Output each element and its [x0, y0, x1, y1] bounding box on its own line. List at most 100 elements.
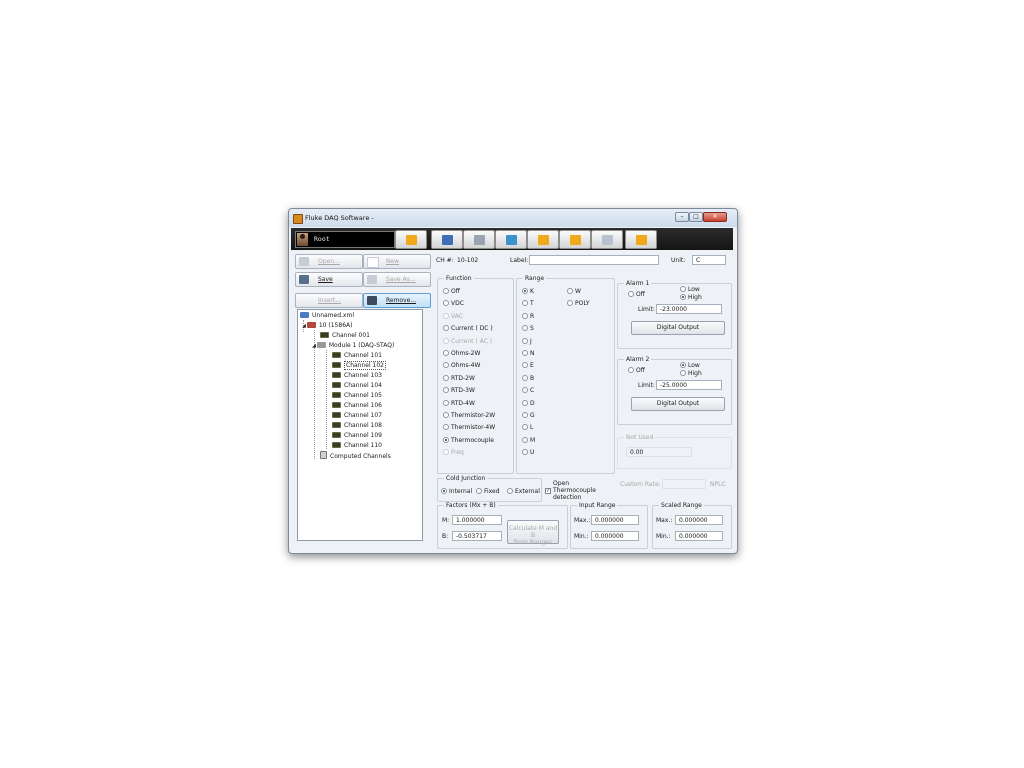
tree-channel-item[interactable]: Channel 104 [332, 381, 382, 391]
range-option[interactable]: E [522, 361, 534, 370]
save-button[interactable]: Save [295, 272, 363, 287]
alarm1-limit-input[interactable]: -23.0000 [656, 304, 722, 314]
network-button[interactable] [495, 230, 527, 249]
save-as-label: Save As... [386, 276, 416, 283]
tree-channel-item[interactable]: Channel 106 [332, 401, 382, 411]
tree-root-label: Unnamed.xml [312, 312, 354, 319]
alarm2-limit-input[interactable]: -25.0000 [656, 380, 722, 390]
tree-channel-item[interactable]: Channel 107 [332, 411, 382, 421]
calculate-button[interactable]: Calculate M and B from Ranges [507, 520, 559, 546]
scaled-max-input[interactable]: 0.000000 [675, 515, 723, 525]
title-bar: Fluke DAQ Software - – □ ✕ [289, 209, 737, 227]
new-button[interactable]: New [363, 254, 431, 269]
tree-channel-item[interactable]: Channel 110 [332, 441, 382, 451]
label-label: Label: [510, 257, 529, 264]
range-option[interactable]: S [522, 324, 534, 333]
channel-tree[interactable]: Unnamed.xml ◢ 10 (1586A) Channel 001 ◢ Mod… [297, 309, 423, 541]
maximize-button[interactable]: □ [689, 212, 703, 222]
cold-junction-option[interactable]: External [507, 487, 540, 496]
checkbox-checked-icon[interactable]: ✓ [545, 488, 551, 494]
expand-arrow-icon[interactable]: ◢ [312, 343, 316, 349]
function-option[interactable]: Ohms-4W [443, 361, 480, 370]
scaled-min-input[interactable]: 0.000000 [675, 531, 723, 541]
remove-button[interactable]: Remove... [363, 293, 431, 308]
tree-channel-item[interactable]: Channel 103 [332, 371, 382, 381]
range-option[interactable]: J [522, 337, 532, 346]
user-button[interactable] [431, 230, 463, 249]
tree-channel-item[interactable]: Channel 101 [332, 351, 382, 361]
range-option[interactable]: K [522, 287, 534, 296]
function-option[interactable]: RTD-4W [443, 399, 475, 408]
range-group: Range K T R S J N E B C D G L M U W POLY [516, 275, 615, 474]
range-option[interactable]: W [567, 287, 581, 296]
range-option[interactable]: M [522, 436, 535, 445]
config-button[interactable] [559, 230, 591, 249]
range-option[interactable]: T [522, 299, 534, 308]
tree-channel-label: Channel 101 [344, 352, 382, 359]
alarm1-off-radio[interactable]: Off [628, 290, 645, 299]
list-button[interactable] [463, 230, 495, 249]
tree-channel-item[interactable]: Channel 105 [332, 391, 382, 401]
new-file-icon [367, 257, 379, 268]
alarm2-high-radio[interactable]: High [680, 369, 702, 378]
email-button[interactable] [591, 230, 623, 249]
input-range-group: Input Range Max.: 0.000000 Min.: 0.00000… [570, 502, 648, 549]
open-button[interactable]: Open... [295, 254, 363, 269]
range-option[interactable]: G [522, 411, 535, 420]
range-option[interactable]: POLY [567, 299, 590, 308]
tree-computed-channels[interactable]: Computed Channels [320, 451, 391, 461]
b-input[interactable]: -0.503717 [452, 531, 502, 541]
tree-channel-item[interactable]: Channel 108 [332, 421, 382, 431]
alarm1-digital-output-button[interactable]: Digital Output [631, 321, 725, 335]
function-option[interactable]: Off [443, 287, 460, 296]
range-option[interactable]: N [522, 349, 535, 358]
function-option[interactable]: Thermistor-4W [443, 423, 495, 432]
label-input[interactable] [529, 255, 659, 265]
save-as-button[interactable]: Save As... [363, 272, 431, 287]
channel-icon [332, 372, 341, 378]
remove-icon [367, 296, 377, 305]
lock-button[interactable] [395, 230, 427, 249]
toolbar: Root [291, 228, 733, 250]
function-option[interactable]: Thermocouple [443, 436, 494, 445]
range-option[interactable]: B [522, 374, 534, 383]
function-option[interactable]: RTD-2W [443, 374, 475, 383]
chart-button[interactable] [527, 230, 559, 249]
alarm2-off-radio[interactable]: Off [628, 366, 645, 375]
unit-input[interactable]: C [692, 255, 726, 265]
m-input[interactable]: 1.000000 [452, 515, 502, 525]
range-option[interactable]: C [522, 386, 534, 395]
function-option[interactable]: VDC [443, 299, 464, 308]
function-option[interactable]: Current ( DC ) [443, 324, 493, 333]
input-max-input[interactable]: 0.000000 [591, 515, 639, 525]
function-option[interactable]: Current ( AC ) [443, 337, 492, 346]
tree-channel-001[interactable]: Channel 001 [320, 331, 370, 341]
cold-junction-option[interactable]: Fixed [476, 487, 500, 496]
cold-junction-option[interactable]: Internal [441, 487, 472, 496]
tree-channel-item[interactable]: Channel 109 [332, 431, 382, 441]
tree-device[interactable]: ◢ 10 (1586A) [302, 321, 352, 331]
open-tc-checkbox[interactable]: Open Thermocouple detection ✓ [545, 480, 596, 501]
tree-channel-item[interactable]: Channel 102 [332, 361, 386, 371]
function-option[interactable]: Freq [443, 448, 464, 457]
function-option[interactable]: RTD-3W [443, 386, 475, 395]
tree-channel-label: Channel 102 [344, 361, 386, 370]
tree-module[interactable]: ◢ Module 1 (DAQ-STAQ) [312, 341, 394, 351]
function-option[interactable]: Thermistor-2W [443, 411, 495, 420]
close-app-button[interactable] [625, 230, 657, 249]
input-min-input[interactable]: 0.000000 [591, 531, 639, 541]
range-option[interactable]: R [522, 312, 534, 321]
range-option[interactable]: U [522, 448, 534, 457]
function-option[interactable]: Ohms-2W [443, 349, 480, 358]
tree-channel-label: Channel 104 [344, 382, 382, 389]
alarm2-digital-output-button[interactable]: Digital Output [631, 397, 725, 411]
expand-arrow-icon[interactable]: ◢ [302, 323, 306, 329]
tree-root[interactable]: Unnamed.xml [300, 311, 354, 321]
insert-button[interactable]: Insert... [295, 293, 363, 308]
range-option[interactable]: D [522, 399, 535, 408]
close-button[interactable]: ✕ [703, 212, 727, 222]
range-option[interactable]: L [522, 423, 533, 432]
function-option[interactable]: VAC [443, 312, 463, 321]
alarm1-high-radio[interactable]: High [680, 293, 702, 302]
minimize-button[interactable]: – [675, 212, 689, 222]
